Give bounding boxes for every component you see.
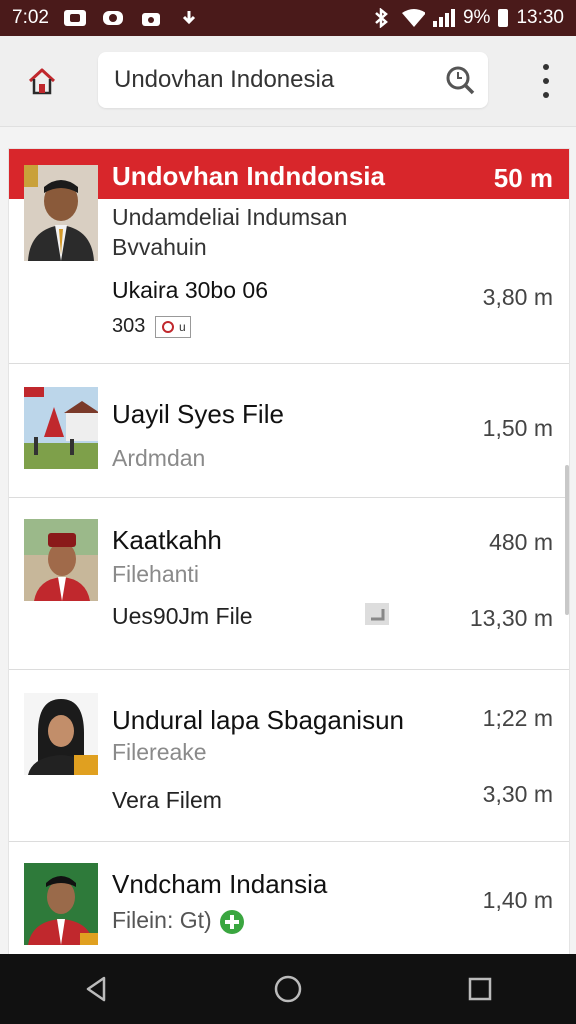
scrollbar[interactable] bbox=[565, 465, 569, 615]
item-title: Vndcham Indansia bbox=[112, 869, 328, 899]
battery-icon bbox=[498, 9, 509, 27]
item-distance-secondary: 13,30 m bbox=[469, 605, 553, 631]
item-distance: 1,50 m bbox=[482, 415, 553, 441]
item-detail: Vera Filem bbox=[112, 787, 222, 813]
item-subtitle-text: Filein: Gt) bbox=[112, 907, 212, 933]
item-thumbnail bbox=[24, 519, 98, 601]
item-title: Kaatkahh bbox=[112, 525, 222, 555]
item-distance: 1;22 m bbox=[482, 705, 553, 731]
home-circle-icon bbox=[274, 975, 302, 1003]
item-title: Uayil Syes File bbox=[112, 399, 284, 429]
search-input[interactable] bbox=[98, 65, 436, 95]
item-header-title: Undovhan Indndonsia bbox=[112, 161, 385, 191]
item-distance: 480 m bbox=[489, 529, 553, 555]
search-button[interactable] bbox=[444, 64, 476, 101]
download-icon bbox=[177, 9, 201, 27]
app-bar bbox=[0, 36, 576, 127]
lock-icon bbox=[139, 9, 163, 27]
add-icon[interactable] bbox=[220, 909, 245, 934]
item-header-distance: 50 m bbox=[493, 163, 553, 193]
item-distance: 3,80 m bbox=[482, 284, 553, 310]
navigation-bar bbox=[0, 954, 576, 1024]
recents-icon bbox=[468, 977, 492, 1001]
status-time-right: 13:30 bbox=[516, 7, 564, 28]
item-thumbnail bbox=[24, 693, 98, 775]
item-subtitle: Filereake bbox=[112, 739, 207, 765]
badge-icon: u bbox=[154, 315, 191, 338]
item-thumbnail bbox=[24, 165, 98, 261]
item-subtitle: Filehanti bbox=[112, 561, 199, 587]
item-count-value: 303 bbox=[112, 315, 146, 337]
notification-icon bbox=[63, 9, 87, 27]
results-list: Undovhan Indndonsia 50 m Undamdeliai Ind… bbox=[8, 148, 570, 956]
recents-button[interactable] bbox=[460, 969, 500, 1009]
home-button[interactable] bbox=[22, 61, 62, 101]
item-title: Undural lapa Sbaganisun bbox=[112, 705, 404, 735]
status-time-left: 7:02 bbox=[12, 7, 49, 28]
item-subtitle: Ardmdan bbox=[112, 445, 206, 471]
home-icon bbox=[28, 68, 56, 95]
status-bar: 7:02 9% 13:30 bbox=[0, 0, 576, 36]
list-item[interactable]: Kaatkahh Filehanti Ues90Jm File 480 m 13… bbox=[9, 497, 569, 670]
list-item[interactable]: Uayil Syes File Ardmdan 1,50 m bbox=[9, 363, 569, 498]
more-vert-icon bbox=[543, 64, 549, 70]
home-nav-button[interactable] bbox=[268, 969, 308, 1009]
item-subtitle: Undamdeliai Indumsan bbox=[112, 204, 348, 230]
list-item[interactable]: Vndcham Indansia Filein: Gt) 1,40 m bbox=[9, 841, 569, 955]
item-subtitle-2: Bvvahuin bbox=[112, 234, 207, 260]
item-detail: Ukaira 30bo 06 bbox=[112, 277, 268, 303]
item-thumbnail bbox=[24, 387, 98, 469]
search-box[interactable] bbox=[98, 52, 488, 108]
bluetooth-icon bbox=[369, 8, 393, 28]
list-item[interactable]: Undovhan Indndonsia 50 m Undamdeliai Ind… bbox=[9, 149, 569, 364]
list-item[interactable]: Undural lapa Sbaganisun Filereake Vera F… bbox=[9, 669, 569, 842]
more-options-button[interactable] bbox=[538, 64, 554, 98]
back-button[interactable] bbox=[76, 969, 116, 1009]
wifi-icon bbox=[401, 9, 425, 27]
search-icon bbox=[446, 66, 475, 95]
item-thumbnail bbox=[24, 863, 98, 945]
file-icon bbox=[363, 601, 391, 632]
message-icon bbox=[101, 9, 125, 27]
item-subtitle: Filein: Gt) bbox=[112, 907, 245, 934]
back-icon bbox=[86, 976, 106, 1002]
battery-percent: 9% bbox=[462, 7, 491, 28]
item-detail: Ues90Jm File bbox=[112, 603, 253, 629]
item-distance: 1,40 m bbox=[482, 887, 553, 913]
item-count: 303 u bbox=[112, 315, 191, 338]
signal-icon bbox=[432, 9, 455, 27]
item-distance-secondary: 3,30 m bbox=[482, 781, 553, 807]
